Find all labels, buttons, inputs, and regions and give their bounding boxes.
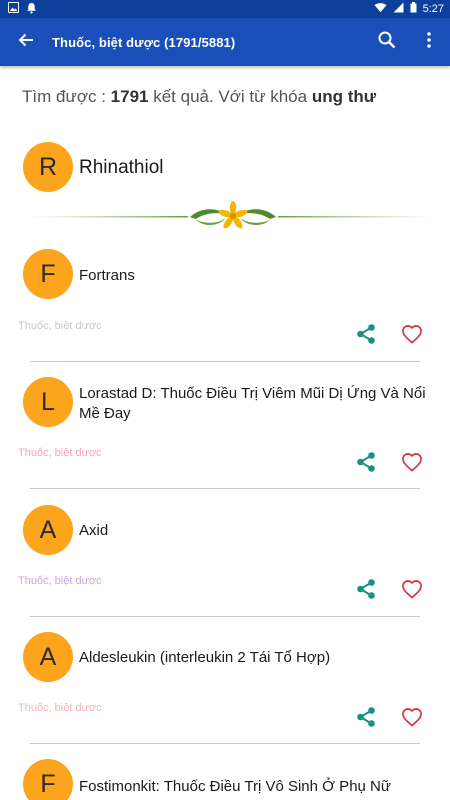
item-avatar: F	[23, 249, 73, 299]
more-options-button[interactable]	[408, 18, 450, 66]
item-separator	[30, 616, 420, 617]
favorite-button[interactable]	[397, 449, 427, 479]
result-count: 1791	[110, 87, 149, 106]
status-bar: 5:27	[0, 0, 450, 18]
more-vertical-icon	[427, 31, 431, 53]
item-separator	[30, 361, 420, 362]
item-title[interactable]: Aldesleukin (interleukin 2 Tái Tổ Hợp)	[79, 648, 429, 668]
arrow-left-icon	[18, 32, 34, 53]
item-category: Thuốc, biệt dược	[18, 702, 102, 714]
item-avatar: A	[23, 505, 73, 555]
favorite-button[interactable]	[397, 704, 427, 734]
bell-notification-icon	[26, 2, 37, 17]
share-button[interactable]	[351, 576, 381, 606]
share-button[interactable]	[351, 704, 381, 734]
share-button[interactable]	[351, 321, 381, 351]
item-category: Thuốc, biệt dược	[18, 447, 102, 459]
back-button[interactable]	[0, 18, 52, 66]
share-icon	[355, 451, 377, 478]
search-result-summary: Tìm được : 1791 kết quả. Với từ khóa ung…	[22, 87, 442, 107]
image-notification-icon	[7, 1, 20, 16]
item-category: Thuốc, biệt dược	[18, 575, 102, 587]
item-avatar: L	[23, 377, 73, 427]
page-title: Thuốc, biệt dược (1791/5881)	[52, 34, 236, 50]
ornament-divider	[30, 200, 430, 236]
favorite-button[interactable]	[397, 321, 427, 351]
heart-outline-icon	[401, 579, 423, 604]
search-button[interactable]	[366, 18, 408, 66]
wifi-icon	[374, 2, 387, 16]
summary-prefix: Tìm được :	[22, 87, 111, 106]
status-time: 5:27	[422, 3, 444, 15]
item-category: Thuốc, biệt dược	[18, 320, 102, 332]
item-title[interactable]: Fostimonkit: Thuốc Điều Trị Vô Sinh Ở Ph…	[79, 777, 429, 797]
favorite-button[interactable]	[397, 576, 427, 606]
share-icon	[355, 578, 377, 605]
search-icon	[378, 31, 396, 54]
item-title[interactable]: Lorastad D: Thuốc Điều Trị Viêm Mũi Dị Ứ…	[79, 384, 429, 424]
share-icon	[355, 323, 377, 350]
featured-title[interactable]: Rhinathiol	[79, 157, 164, 179]
share-icon	[355, 706, 377, 733]
share-button[interactable]	[351, 449, 381, 479]
app-bar: Thuốc, biệt dược (1791/5881)	[0, 18, 450, 66]
item-avatar: F	[23, 759, 73, 800]
item-title[interactable]: Fortrans	[79, 266, 429, 286]
item-avatar: A	[23, 632, 73, 682]
item-title[interactable]: Axid	[79, 521, 429, 541]
search-keyword: ung thư	[311, 87, 377, 106]
signal-icon	[393, 2, 404, 16]
summary-middle: kết quả. Với từ khóa	[148, 87, 312, 106]
battery-icon	[410, 2, 417, 16]
item-separator	[30, 743, 420, 744]
heart-outline-icon	[401, 324, 423, 349]
item-separator	[30, 488, 420, 489]
heart-outline-icon	[401, 707, 423, 732]
heart-outline-icon	[401, 452, 423, 477]
featured-avatar: R	[23, 142, 73, 192]
